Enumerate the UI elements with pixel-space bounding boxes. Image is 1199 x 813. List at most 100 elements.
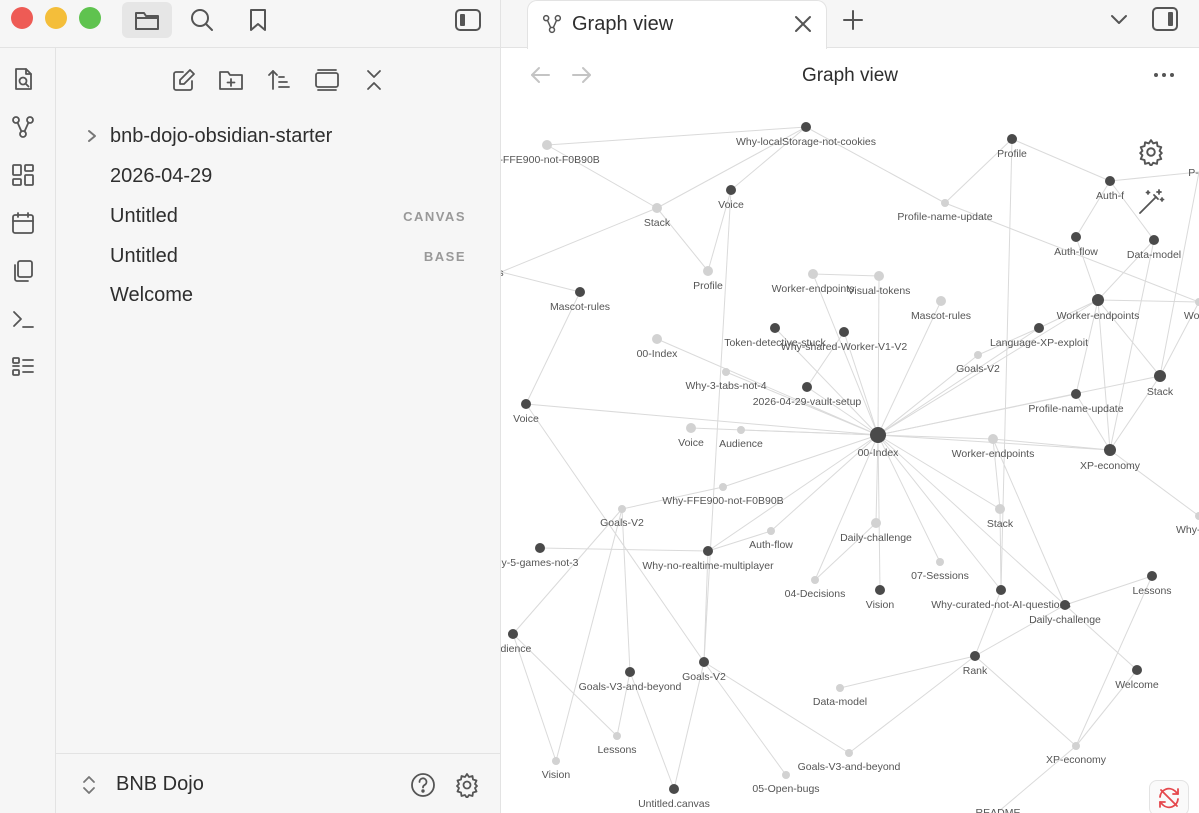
graph-node[interactable]: Why-curated-not-AI-questions <box>931 585 1071 611</box>
bookmarks-tab-button[interactable] <box>242 4 274 36</box>
graph-node[interactable]: Vision <box>866 585 895 611</box>
graph-node[interactable]: Auth-flow <box>749 527 793 551</box>
graph-node[interactable]: Why-3-tabs-not-4 <box>685 368 767 392</box>
graph-node-dot[interactable] <box>995 504 1005 514</box>
graph-node[interactable]: P-ex <box>1188 167 1199 179</box>
graph-node[interactable]: y-5-games-not-3 <box>501 543 579 569</box>
minimize-window-button[interactable] <box>45 7 67 29</box>
graph-node[interactable]: Welcome <box>1115 665 1159 691</box>
graph-node-dot[interactable] <box>874 271 884 281</box>
graph-node[interactable]: Lessons <box>1132 571 1172 597</box>
settings-button[interactable] <box>454 772 482 800</box>
graph-node[interactable]: Voice <box>678 423 704 449</box>
graph-node[interactable]: Goals-V2 <box>956 351 1000 375</box>
collapse-all-button[interactable] <box>360 66 388 94</box>
right-sidebar-toggle[interactable] <box>1151 6 1181 36</box>
graph-node-dot[interactable] <box>508 629 518 639</box>
graph-node[interactable]: Why-FFE900-not-F0B90B <box>662 483 784 507</box>
new-note-button[interactable] <box>170 66 198 94</box>
graph-node[interactable]: 05-Open-bugs <box>752 771 820 795</box>
graph-node-dot[interactable] <box>936 558 944 566</box>
tab-graph-view[interactable]: Graph view <box>527 0 827 49</box>
graph-node-dot[interactable] <box>941 199 949 207</box>
file-row[interactable]: Untitled CANVAS <box>56 198 496 234</box>
graph-node-dot[interactable] <box>870 427 886 443</box>
graph-node-dot[interactable] <box>1071 389 1081 399</box>
graph-node-dot[interactable] <box>699 657 709 667</box>
graph-node[interactable]: 04-Decisions <box>785 576 846 600</box>
graph-node-dot[interactable] <box>1105 176 1115 186</box>
graph-settings-button[interactable] <box>1137 138 1165 171</box>
graph-node-dot[interactable] <box>737 426 745 434</box>
graph-node[interactable]: Goals-V2 <box>600 505 644 529</box>
graph-node[interactable]: Stack <box>1147 370 1174 398</box>
graph-node-dot[interactable] <box>1072 742 1080 750</box>
graph-node[interactable]: y-FFE900-not-F0B90B <box>501 140 600 166</box>
graph-node[interactable]: Daily-challenge <box>840 518 912 544</box>
vault-name[interactable]: BNB Dojo <box>116 773 204 796</box>
graph-node-dot[interactable] <box>613 732 621 740</box>
more-options-button[interactable] <box>1153 66 1175 84</box>
graph-node-dot[interactable] <box>1104 444 1116 456</box>
graph-node-dot[interactable] <box>875 585 885 595</box>
graph-node-dot[interactable] <box>1071 232 1081 242</box>
graph-node-dot[interactable] <box>535 543 545 553</box>
graph-node-dot[interactable] <box>722 368 730 376</box>
graph-node-dot[interactable] <box>575 287 585 297</box>
graph-node-dot[interactable] <box>1132 665 1142 675</box>
graph-node-dot[interactable] <box>770 323 780 333</box>
graph-node[interactable]: Worker-endpoints <box>772 269 855 295</box>
graph-node-dot[interactable] <box>652 203 662 213</box>
templates-button[interactable] <box>10 258 36 284</box>
tab-list-button[interactable] <box>1107 8 1135 36</box>
graph-node[interactable]: Worker-endpoints <box>1057 294 1140 322</box>
daily-notes-button[interactable] <box>10 210 36 236</box>
graph-node[interactable]: Profile-name-update <box>897 199 993 223</box>
graph-node[interactable]: Why-localStorage-not-cookies <box>736 122 876 148</box>
graph-node[interactable]: s <box>501 267 504 279</box>
graph-node-dot[interactable] <box>802 382 812 392</box>
graph-animate-button[interactable] <box>1137 188 1165 221</box>
graph-node-dot[interactable] <box>988 434 998 444</box>
graph-node-dot[interactable] <box>1147 571 1157 581</box>
command-palette-button[interactable] <box>10 306 36 332</box>
graph-node-dot[interactable] <box>808 269 818 279</box>
graph-node-dot[interactable] <box>1007 134 1017 144</box>
file-row[interactable]: Welcome <box>56 277 496 313</box>
graph-node[interactable]: Lessons <box>597 732 637 756</box>
graph-node-dot[interactable] <box>542 140 552 150</box>
graph-node-dot[interactable] <box>801 122 811 132</box>
graph-node[interactable]: Mascot-rules <box>550 287 610 313</box>
new-tab-button[interactable] <box>841 8 869 36</box>
graph-node-dot[interactable] <box>703 546 713 556</box>
graph-node-dot[interactable] <box>782 771 790 779</box>
graph-node-dot[interactable] <box>767 527 775 535</box>
canvas-button[interactable] <box>10 162 36 188</box>
close-window-button[interactable] <box>11 7 33 29</box>
graph-node[interactable]: Data-model <box>813 684 867 708</box>
graph-node[interactable]: Profile-name-update <box>1028 389 1124 415</box>
graph-node-dot[interactable] <box>936 296 946 306</box>
file-row[interactable]: 2026-04-29 <box>56 158 496 194</box>
graph-node[interactable]: Goals-V2 <box>682 657 726 683</box>
close-tab-button[interactable] <box>794 15 812 38</box>
graph-node-dot[interactable] <box>618 505 626 513</box>
graph-node[interactable]: Profile <box>693 266 723 292</box>
graph-node-dot[interactable] <box>970 651 980 661</box>
graph-node[interactable]: XP-economy <box>1046 742 1107 766</box>
auto-reveal-button[interactable] <box>313 66 341 94</box>
graph-node[interactable]: Data-model <box>1127 235 1181 261</box>
graph-node-dot[interactable] <box>1034 323 1044 333</box>
graph-node-dot[interactable] <box>1060 600 1070 610</box>
folder-row[interactable]: bnb-dojo-obsidian-starter <box>56 118 496 154</box>
graph-node-dot[interactable] <box>669 784 679 794</box>
graph-node-dot[interactable] <box>871 518 881 528</box>
graph-node[interactable]: Goals-V3-and-beyond <box>579 667 682 693</box>
search-tab-button[interactable] <box>186 4 218 36</box>
graph-node-dot[interactable] <box>521 399 531 409</box>
bases-button[interactable] <box>10 354 36 380</box>
graph-node[interactable]: Voice <box>513 399 539 425</box>
left-sidebar-toggle[interactable] <box>452 4 484 36</box>
graph-node[interactable]: Voice <box>718 185 744 211</box>
graph-node[interactable]: Auth-flow <box>1054 232 1098 258</box>
